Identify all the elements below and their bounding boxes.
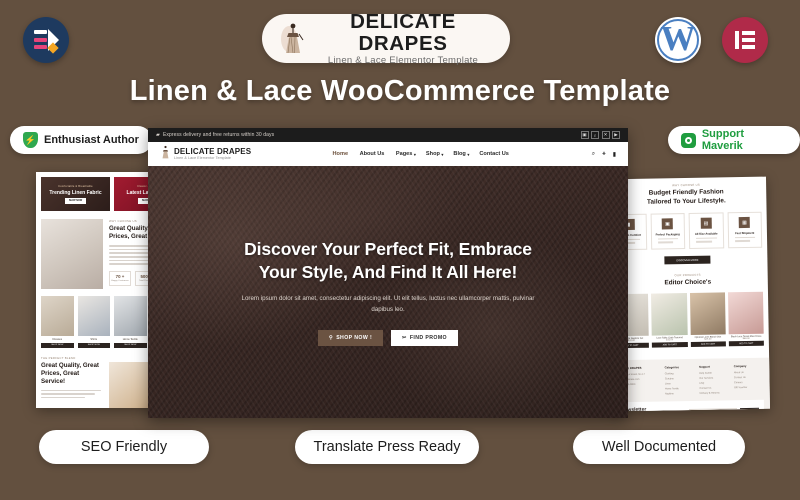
hero-title: Discover Your Perfect Fit, Embrace Your … [244, 238, 532, 282]
site-footer: DELICATE DRAPES 24 Damascus Street, No 1… [609, 357, 771, 412]
nav-link-shop[interactable]: Shop ▾ [426, 151, 444, 157]
badge-seo-friendly: SEO Friendly [39, 430, 209, 464]
screenshot-center-browser: ▰ Express delivery and free returns with… [148, 128, 628, 418]
badge-well-documented: Well Documented [573, 430, 745, 464]
facebook-icon[interactable]: f [591, 131, 599, 139]
newsletter-signup-button[interactable]: SIGN UP [740, 407, 760, 412]
youtube-icon[interactable]: ▶ [612, 131, 620, 139]
editor-product-grid: Soft White Napkins Set $24.00 ADD TO CAR… [612, 291, 764, 349]
cart-icon[interactable]: ▮ [613, 151, 616, 158]
product-card[interactable]: Dresses SHOP NOW [41, 296, 74, 348]
navbar-brand-tagline: Linen & Lace Elementor Template [174, 156, 231, 161]
box-icon: ▣ [661, 218, 674, 230]
nav-link-home[interactable]: Home [333, 151, 350, 157]
banner-eyebrow: Comfortable & Breathable [58, 184, 93, 188]
truck-icon: ▰ [156, 132, 160, 138]
editor-product-card[interactable]: Blush Lace Tiered Maxi Dress $68.00 ADD … [727, 291, 764, 347]
shield-bolt-icon: ⚡ [23, 132, 38, 148]
banner-trending-linen[interactable]: Comfortable & Breathable Trending Linen … [41, 177, 110, 211]
navbar-action-icons: ⌕ ⚹ ▮ [592, 151, 616, 158]
editor-product-card[interactable]: Lace Table Cloth Textured $32.00 ADD TO … [651, 292, 688, 348]
badge-enthusiast-author-label: Enthusiast Author [44, 134, 139, 146]
elementor-mark [735, 31, 755, 49]
newsletter-title: Newsletter [620, 406, 647, 412]
promo-eyebrow: THE PERFECT BLEND [41, 355, 76, 360]
nav-link-blog[interactable]: Blog ▾ [453, 151, 469, 157]
wordpress-logo-ring [657, 19, 699, 61]
hero-subtitle: Lorem ipsum dolor sit amet, consectetur … [241, 294, 535, 313]
product-card[interactable]: Shirts SHOP NOW [77, 296, 110, 348]
stat-item: 70 + Happy Customers [109, 270, 131, 286]
newsletter-email-input[interactable]: Email... [688, 407, 738, 412]
newsletter-section: Newsletter Sign up to newsletter & get u… [615, 399, 765, 412]
find-promo-button[interactable]: ✂ FIND PROMO [391, 330, 458, 347]
social-icon-row: ▣ f ✕ ▶ [580, 131, 620, 139]
envato-kit-logo [23, 17, 69, 63]
chevron-down-icon: ▾ [413, 151, 416, 157]
badge-translate-press-ready: Translate Press Ready [295, 430, 479, 464]
feature-card[interactable]: ▤ All Size Available [688, 212, 724, 250]
badge-translate-press-ready-label: Translate Press Ready [313, 439, 461, 455]
announcement-text: ▰ Express delivery and free returns with… [156, 132, 275, 138]
hero-button-row: ⚲ SHOP NOW ! ✂ FIND PROMO [317, 330, 458, 347]
truck-icon: ▦ [738, 217, 751, 229]
scissors-icon: ✂ [402, 335, 407, 342]
shop-now-button[interactable]: ⚲ SHOP NOW ! [317, 330, 384, 347]
banner-title: Trending Linen Fabric [49, 189, 102, 196]
badge-seo-friendly-label: SEO Friendly [80, 439, 168, 455]
navbar-links: Home About Us Pages ▾ Shop ▾ Blog ▾ Cont… [333, 151, 511, 157]
editor-product-card[interactable]: Optimist Linen Blend Shirt $45.00 ADD TO… [689, 292, 726, 348]
nav-link-pages[interactable]: Pages ▾ [396, 151, 416, 157]
support-badge-icon [681, 132, 696, 148]
brand-title-pill: DELICATE DRAPES Linen & Lace Elementor T… [262, 11, 510, 66]
site-navbar: DELICATE DRAPES Linen & Lace Elementor T… [148, 142, 628, 166]
chevron-down-icon: ▾ [441, 151, 444, 157]
section-title: Budget Friendly Fashion Tailored To Your… [646, 188, 726, 206]
feature-card-row: ▮ Premium Comfort ▣ Perfect Packaging ▤ … [611, 211, 763, 251]
brand-tagline: Linen & Lace Elementor Template [327, 55, 479, 67]
feature-card[interactable]: ▦ Fast Shipment [727, 211, 763, 249]
promo-title: Great Quality, Great Prices, Great Servi… [41, 361, 99, 385]
instagram-icon[interactable]: ▣ [580, 131, 589, 139]
ruler-icon: ▤ [700, 217, 712, 230]
nav-link-contact-us[interactable]: Contact Us [479, 151, 510, 157]
banner-button[interactable]: SHOP NOW [64, 197, 87, 204]
ek-mark [34, 29, 59, 54]
screenshot-right-page: WHY CHOOSE US Budget Friendly Fashion Ta… [605, 176, 771, 412]
editor-title: Editor Choice's [664, 278, 712, 287]
x-twitter-icon[interactable]: ✕ [601, 131, 610, 139]
feature-image [41, 219, 103, 289]
brand-name: DELICATE DRAPES [350, 9, 456, 55]
dress-mannequin-icon [276, 22, 310, 56]
product-card[interactable]: Home Textile SHOP NOW [114, 296, 147, 348]
search-icon[interactable]: ⌕ [592, 151, 595, 158]
footer-column-support: Support Help Center Our Services FAQ Con… [699, 364, 720, 395]
discover-more-button[interactable]: DISCOVER MORE [664, 255, 711, 265]
feature-card[interactable]: ▣ Perfect Packaging [650, 213, 686, 250]
account-icon[interactable]: ⚹ [602, 151, 606, 158]
navbar-logo[interactable]: DELICATE DRAPES Linen & Lace Elementor T… [160, 145, 251, 163]
chevron-down-icon: ▾ [467, 151, 470, 157]
badge-well-documented-label: Well Documented [601, 439, 717, 455]
nav-link-about-us[interactable]: About Us [360, 151, 386, 157]
elementor-logo [722, 17, 768, 63]
navbar-brand-name: DELICATE DRAPES [174, 146, 252, 156]
cart-icon: ⚲ [328, 335, 334, 342]
brand-title-texts: DELICATE DRAPES Linen & Lace Elementor T… [310, 11, 510, 66]
badge-support-maverik-label: Support Maverik [701, 128, 744, 152]
hero-section: Discover Your Perfect Fit, Embrace Your … [148, 166, 628, 418]
badge-support-maverik: Support Maverik [668, 126, 800, 154]
dress-mannequin-icon [160, 145, 171, 163]
footer-column-company: Company About Us Contact Us Careers Gift… [733, 364, 748, 390]
announcement-bar: ▰ Express delivery and free returns with… [148, 128, 628, 142]
badge-enthusiast-author: ⚡ Enthusiast Author [10, 126, 152, 154]
footer-column-categories: Categories Clothing Curtains Linen Home … [664, 365, 680, 396]
page-title: Linen & Lace WooCommerce Template [129, 75, 671, 107]
